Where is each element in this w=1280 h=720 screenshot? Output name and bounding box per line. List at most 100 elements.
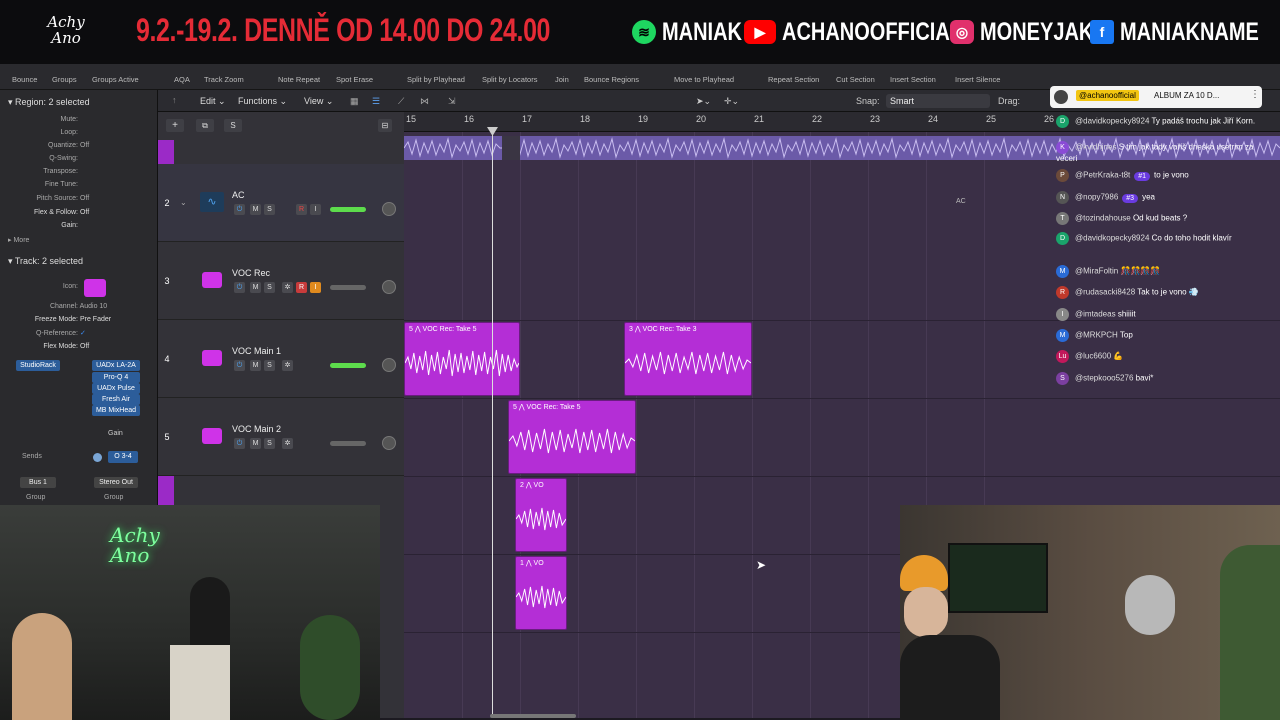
plugin-slot[interactable]: Fresh Air — [92, 394, 140, 405]
plugin-slot[interactable]: UADx Pulse — [92, 383, 140, 394]
playhead[interactable] — [492, 128, 493, 718]
tb-split-playhead[interactable]: Split by Playhead — [407, 75, 465, 84]
region-header[interactable]: ▾ Region: 2 selected — [8, 97, 90, 108]
pan-knob[interactable] — [382, 436, 396, 450]
audio-region[interactable]: 1 ⋀ VO — [515, 556, 567, 630]
solo-button[interactable]: S — [264, 360, 275, 371]
param-freeze-mode[interactable]: Freeze Mode: Pre Fader — [20, 316, 150, 323]
pointer-tool-icon[interactable]: ➤⌄ — [696, 96, 711, 107]
plugin-slot[interactable]: StudioRack — [16, 360, 60, 371]
grid-view-icon[interactable]: ▦ — [350, 96, 359, 107]
solo-button[interactable]: S — [264, 282, 275, 293]
list-view-icon[interactable]: ☰ — [372, 96, 380, 107]
volume-slider[interactable] — [330, 363, 366, 368]
track-header[interactable]: ▾ Track: 2 selected — [8, 256, 83, 267]
tb-bounce[interactable]: Bounce — [12, 75, 37, 84]
track-icon-swatch[interactable] — [84, 279, 106, 297]
horizontal-scrollbar[interactable] — [490, 714, 576, 718]
track-row[interactable] — [158, 242, 404, 320]
audio-region[interactable]: 2 ⋀ VO — [515, 478, 567, 552]
param-flex-mode[interactable]: Flex Mode: Off — [20, 343, 150, 350]
tb-spot-erase[interactable]: Spot Erase — [336, 75, 373, 84]
param-channel[interactable]: Channel: Audio 10 — [20, 303, 150, 310]
tb-insert-silence[interactable]: Insert Silence — [955, 75, 1000, 84]
functions-menu[interactable]: Functions ⌄ — [238, 96, 287, 107]
track-row[interactable] — [158, 320, 404, 398]
plugin-slot[interactable]: UADx LA-2A — [92, 360, 140, 371]
group-slot[interactable]: Group — [26, 494, 45, 501]
audio-region[interactable]: 5 ⋀ VOC Rec: Take 5 — [404, 322, 520, 396]
param-transpose[interactable]: Transpose: — [20, 168, 150, 175]
freeze-icon[interactable]: ✲ — [282, 282, 293, 293]
send-slot[interactable]: O 3-4 — [108, 451, 138, 463]
group-slot[interactable]: Group — [104, 494, 123, 501]
plugin-slot[interactable]: Pro-Q 4 — [92, 372, 140, 383]
automation-icon[interactable]: ⟋ — [398, 96, 404, 107]
param-quantize[interactable]: Quantize: Off — [20, 142, 150, 149]
tb-track-zoom[interactable]: Track Zoom — [204, 75, 244, 84]
album-notice[interactable]: @achanoofficial ALBUM ZA 10 D... ⋮ — [1050, 86, 1262, 108]
freeze-icon[interactable]: ✲ — [282, 438, 293, 449]
input-monitor-button[interactable]: I — [310, 204, 321, 215]
catch-icon[interactable]: ⇲ — [448, 96, 456, 107]
tb-join[interactable]: Join — [555, 75, 569, 84]
kebab-menu-icon[interactable]: ⋮ — [1250, 89, 1260, 100]
gain-label[interactable]: Gain — [108, 430, 123, 437]
facebook-link[interactable]: f MANIAKNAME — [1090, 16, 1280, 48]
pan-knob[interactable] — [382, 358, 396, 372]
power-icon[interactable]: ⏻ — [234, 438, 245, 449]
param-flex-follow[interactable]: Flex & Follow: Off — [20, 209, 150, 216]
record-button[interactable]: R — [296, 282, 307, 293]
global-solo-button[interactable]: S — [224, 119, 242, 132]
pan-knob[interactable] — [382, 202, 396, 216]
tb-repeat-section[interactable]: Repeat Section — [768, 75, 819, 84]
freeze-icon[interactable]: ✲ — [282, 360, 293, 371]
param-pitch-source[interactable]: Pitch Source: Off — [20, 195, 150, 202]
track-row[interactable] — [158, 398, 404, 476]
snap-select[interactable]: Smart — [886, 94, 990, 108]
track-row[interactable] — [158, 164, 404, 242]
track-name[interactable]: VOC Rec — [232, 268, 270, 278]
volume-slider[interactable] — [330, 207, 366, 212]
mute-button[interactable]: M — [250, 204, 261, 215]
track-name[interactable]: VOC Main 2 — [232, 424, 281, 434]
collapse-icon[interactable]: ⊟ — [378, 119, 392, 132]
track-name[interactable]: AC — [232, 190, 245, 200]
tb-groups-active[interactable]: Groups Active — [92, 75, 139, 84]
pencil-tool-icon[interactable]: ✛⌄ — [724, 96, 739, 107]
mute-button[interactable]: M — [250, 282, 261, 293]
param-finetune[interactable]: Fine Tune: — [20, 181, 150, 188]
add-track-button[interactable]: + — [166, 119, 184, 132]
tb-bounce-regions[interactable]: Bounce Regions — [584, 75, 639, 84]
solo-button[interactable]: S — [264, 204, 275, 215]
tb-aqa[interactable]: AQA — [174, 75, 190, 84]
send-knob[interactable] — [93, 453, 102, 462]
flex-icon[interactable]: ⋈ — [420, 96, 429, 107]
param-loop[interactable]: Loop: — [20, 129, 150, 136]
mute-button[interactable]: M — [250, 360, 261, 371]
record-button[interactable]: R — [296, 204, 307, 215]
audio-region[interactable]: 5 ⋀ VOC Rec: Take 5 — [508, 400, 636, 474]
edit-menu[interactable]: Edit ⌄ — [200, 96, 226, 107]
tb-split-locators[interactable]: Split by Locators — [482, 75, 537, 84]
plugin-slot[interactable]: MB MixHead — [92, 405, 140, 416]
tb-groups[interactable]: Groups — [52, 75, 77, 84]
power-icon[interactable]: ⏻ — [234, 204, 245, 215]
volume-slider[interactable] — [330, 441, 366, 446]
power-icon[interactable]: ⏻ — [234, 360, 245, 371]
view-menu[interactable]: View ⌄ — [304, 96, 333, 107]
tb-note-repeat[interactable]: Note Repeat — [278, 75, 320, 84]
tb-cut-section[interactable]: Cut Section — [836, 75, 875, 84]
solo-button[interactable]: S — [264, 438, 275, 449]
power-icon[interactable]: ⏻ — [234, 282, 245, 293]
input-monitor-button[interactable]: I — [310, 282, 321, 293]
param-q-reference[interactable]: Q-Reference: ✓ — [20, 329, 150, 337]
param-mute[interactable]: Mute: — [20, 116, 150, 123]
back-arrow-icon[interactable]: ↑ — [172, 95, 177, 105]
pan-knob[interactable] — [382, 280, 396, 294]
input-slot[interactable]: Bus 1 — [20, 477, 56, 488]
duplicate-track-icon[interactable]: ⧉ — [196, 119, 214, 132]
spotify-link[interactable]: ≋ MANIAK — [632, 16, 762, 48]
tb-insert-section[interactable]: Insert Section — [890, 75, 936, 84]
output-slot[interactable]: Stereo Out — [94, 477, 138, 488]
